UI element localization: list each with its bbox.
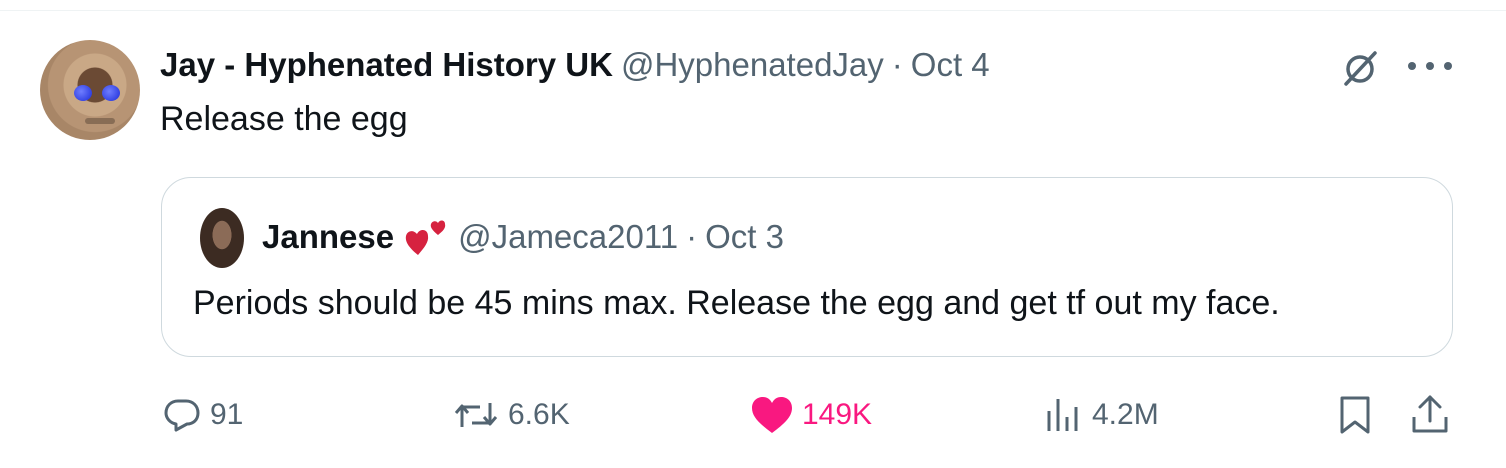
more-icon[interactable] xyxy=(1408,62,1452,74)
author-handle[interactable]: @HyphenatedJay xyxy=(621,46,884,84)
grok-icon[interactable] xyxy=(1340,48,1380,88)
quoted-tweet-text: Periods should be 45 mins max. Release t… xyxy=(193,284,1280,322)
share-icon[interactable] xyxy=(1410,393,1450,437)
reply-count: 91 xyxy=(210,398,244,431)
like-count: 149K xyxy=(802,398,873,431)
tweet-header: Jay - Hyphenated History UK @HyphenatedJ… xyxy=(160,44,990,86)
views-icon xyxy=(1047,399,1078,431)
quoted-tweet-header: Jannese @Jameca2011 · Oct 3 xyxy=(262,216,784,258)
bookmark-icon[interactable] xyxy=(1338,395,1372,435)
quoted-separator-dot: · xyxy=(686,218,698,255)
views-button[interactable]: 4.2M xyxy=(1044,393,1159,437)
quoted-author-name[interactable]: Jannese xyxy=(262,218,394,256)
views-count: 4.2M xyxy=(1092,398,1159,431)
quoted-tweet[interactable]: Jannese @Jameca2011 · Oct 3 Periods shou… xyxy=(161,177,1453,357)
quoted-tweet-date[interactable]: Oct 3 xyxy=(705,218,784,256)
separator-dot: · xyxy=(891,46,903,83)
retweet-icon xyxy=(454,403,498,427)
retweet-count: 6.6K xyxy=(508,398,570,431)
reply-icon xyxy=(164,399,200,432)
like-button[interactable]: 149K xyxy=(750,393,872,437)
quoted-author-avatar[interactable] xyxy=(200,208,244,268)
quoted-author-handle[interactable]: @Jameca2011 xyxy=(458,218,678,256)
top-divider xyxy=(0,10,1506,11)
avatar-sunglasses xyxy=(74,85,124,101)
tweet-date[interactable]: Oct 4 xyxy=(911,46,990,84)
tweet-text: Release the egg xyxy=(160,100,408,138)
two-hearts-icon xyxy=(405,220,446,255)
author-avatar[interactable] xyxy=(40,40,140,140)
retweet-button[interactable]: 6.6K xyxy=(452,393,570,437)
heart-icon xyxy=(752,397,792,433)
reply-button[interactable]: 91 xyxy=(162,393,243,437)
author-name[interactable]: Jay - Hyphenated History UK xyxy=(160,46,613,84)
